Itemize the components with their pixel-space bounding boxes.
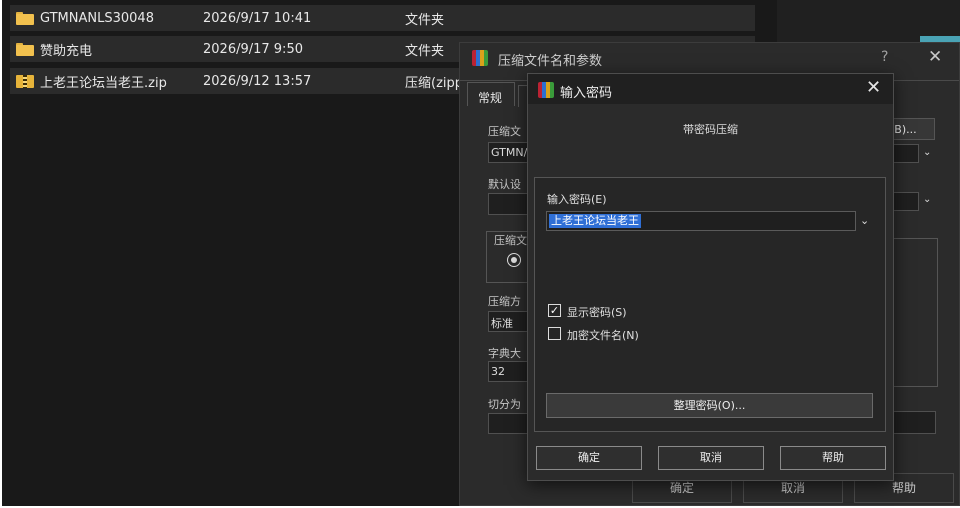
password-value: 上老王论坛当老王: [549, 214, 641, 228]
show-password-checkbox[interactable]: ✓: [548, 304, 561, 317]
method-label: 压缩方: [488, 295, 521, 308]
format-radio[interactable]: [507, 253, 521, 267]
file-row[interactable]: GTMNANLS30048 2026/9/17 10:41 文件夹: [10, 5, 755, 31]
encrypt-names-checkbox[interactable]: [548, 327, 561, 340]
help-button[interactable]: 帮助: [780, 446, 886, 470]
file-date: 2026/9/17 9:50: [203, 41, 303, 57]
file-name: 上老王论坛当老王.zip: [40, 75, 167, 91]
organize-passwords-button[interactable]: 整理密码(O)...: [546, 393, 873, 418]
cancel-button[interactable]: 取消: [658, 446, 764, 470]
ok-button[interactable]: 确定: [536, 446, 642, 470]
tab-general[interactable]: 常规: [467, 82, 515, 106]
default-profile-label: 默认设: [488, 178, 521, 191]
encrypt-names-label[interactable]: 加密文件名(N): [567, 327, 639, 343]
split-label: 切分为: [488, 398, 521, 411]
close-icon[interactable]: ✕: [866, 77, 881, 98]
file-date: 2026/9/17 10:41: [203, 10, 312, 26]
dialog-heading: 带密码压缩: [683, 123, 738, 136]
winrar-icon: [538, 82, 554, 98]
dict-label: 字典大: [488, 347, 521, 360]
file-type: 文件夹: [405, 12, 445, 28]
archive-name-label: 压缩文: [488, 125, 521, 138]
format-group-label: 压缩文: [494, 232, 527, 248]
dialog-title: 输入密码: [560, 86, 613, 101]
chevron-down-icon[interactable]: ⌄: [923, 147, 931, 158]
folder-icon: [16, 12, 34, 25]
zip-icon: [16, 75, 34, 88]
file-name: 赞助充电: [40, 43, 93, 59]
folder-icon: [16, 43, 34, 56]
password-label: 输入密码(E): [547, 193, 607, 206]
close-icon[interactable]: ✕: [928, 47, 942, 67]
chevron-down-icon[interactable]: ⌄: [860, 214, 869, 227]
show-password-label[interactable]: 显示密码(S): [567, 304, 627, 320]
file-date: 2026/9/12 13:57: [203, 73, 312, 89]
password-input[interactable]: 上老王论坛当老王: [546, 211, 856, 231]
dialog-title: 压缩文件名和参数: [498, 54, 603, 69]
winrar-icon: [472, 50, 488, 66]
help-icon[interactable]: ?: [881, 49, 888, 65]
password-dialog: 输入密码 ✕ 带密码压缩 输入密码(E) 上老王论坛当老王 ⌄ ✓ 显示密码(S…: [527, 73, 894, 481]
file-type: 文件夹: [405, 43, 445, 59]
chevron-down-icon[interactable]: ⌄: [923, 194, 931, 205]
file-name: GTMNANLS30048: [40, 10, 154, 26]
file-type: 压缩(zipp: [405, 75, 464, 91]
